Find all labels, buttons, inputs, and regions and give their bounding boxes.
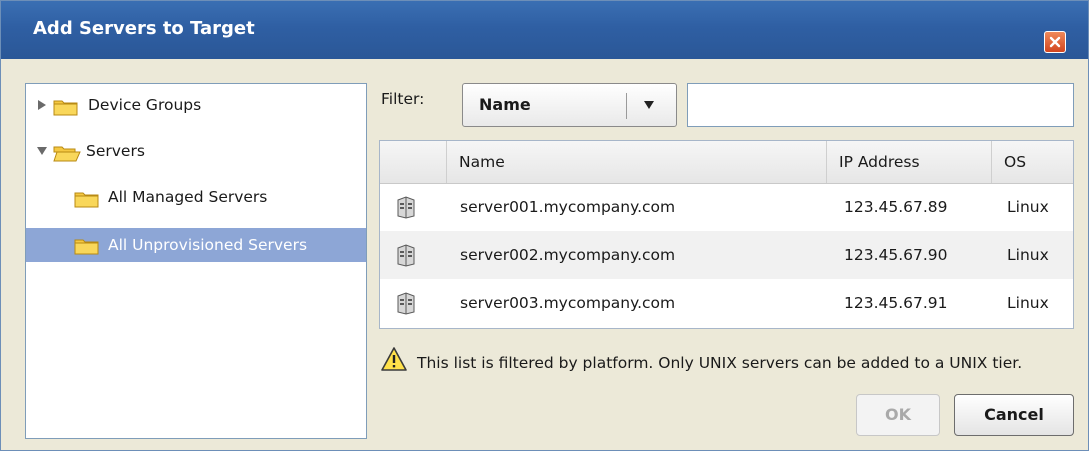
warning-icon [381,347,407,371]
close-icon [1049,36,1061,48]
table-row[interactable]: server002.mycompany.com 123.45.67.90 Lin… [380,231,1073,279]
tree-item-all-unprovisioned-servers[interactable]: All Unprovisioned Servers [26,228,366,262]
tree-item-label: All Unprovisioned Servers [108,236,308,254]
filter-select-value: Name [479,95,531,114]
close-button[interactable] [1044,31,1066,53]
server-ip: 123.45.67.90 [844,246,948,264]
device-tree: Device Groups Servers All Managed Server… [25,83,367,439]
folder-icon [74,192,99,208]
server-os: Linux [1007,198,1049,216]
server-name: server001.mycompany.com [460,198,676,216]
column-header-icon[interactable] [380,141,446,183]
server-ip: 123.45.67.89 [844,198,948,216]
cancel-button[interactable]: Cancel [954,394,1074,436]
chevron-down-icon [644,101,654,109]
ok-button[interactable]: OK [856,394,940,436]
column-header-name[interactable]: Name [446,141,826,183]
server-os: Linux [1007,294,1049,312]
server-icon [397,244,415,267]
column-header-os[interactable]: OS [991,141,1073,183]
select-divider [626,93,627,119]
open-folder-icon [53,146,81,162]
filter-text-input[interactable] [687,83,1074,127]
servers-table: Name IP Address OS server001.mycompany.c… [379,140,1074,329]
filter-label: Filter: [381,90,425,108]
folder-icon [74,239,99,255]
tree-item-label: All Managed Servers [108,188,268,206]
collapse-arrow-icon[interactable] [36,145,48,157]
add-servers-dialog: Add Servers to Target Device Groups Serv… [0,0,1089,451]
server-icon [397,196,415,219]
tree-item-label: Device Groups [88,96,202,114]
tree-item-label: Servers [86,142,145,160]
table-header: Name IP Address OS [380,141,1073,184]
expand-arrow-icon[interactable] [36,99,48,111]
table-row[interactable]: server001.mycompany.com 123.45.67.89 Lin… [380,183,1073,231]
server-os: Linux [1007,246,1049,264]
column-header-ip-address[interactable]: IP Address [826,141,991,183]
server-name: server003.mycompany.com [460,294,676,312]
filter-field-select[interactable]: Name [462,83,677,127]
table-row[interactable]: server003.mycompany.com 123.45.67.91 Lin… [380,279,1073,327]
server-icon [397,292,415,315]
server-name: server002.mycompany.com [460,246,676,264]
tree-item-all-managed-servers[interactable]: All Managed Servers [74,182,364,212]
title-bar: Add Servers to Target [1,1,1088,59]
server-ip: 123.45.67.91 [844,294,948,312]
platform-filter-warning: This list is filtered by platform. Only … [417,354,1023,372]
dialog-title: Add Servers to Target [33,18,255,39]
folder-icon [53,100,78,116]
tree-item-device-groups[interactable]: Device Groups [36,90,356,120]
tree-item-servers[interactable]: Servers [36,136,356,166]
